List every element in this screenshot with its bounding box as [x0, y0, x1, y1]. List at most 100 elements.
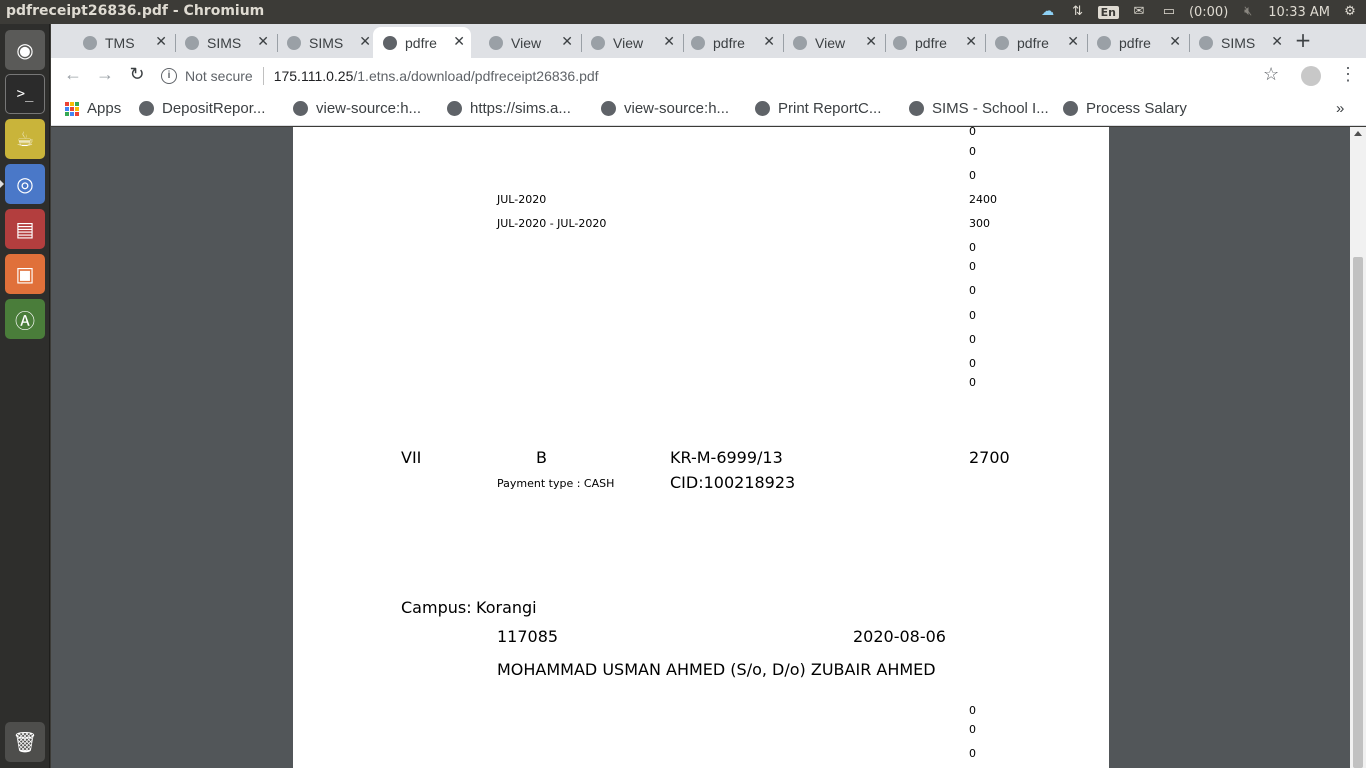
browser-tab[interactable]: View ✕ [479, 27, 579, 58]
browser-tab[interactable]: SIMS ✕ [175, 27, 275, 58]
menu-icon[interactable]: ⋮ [1339, 64, 1357, 85]
bookmark-item[interactable]: view-source:h... [293, 100, 421, 117]
mail-icon[interactable]: ✉ [1129, 3, 1149, 21]
bookmark-item[interactable]: view-source:h... [601, 100, 729, 117]
bookmark-item[interactable]: Process Salary [1063, 100, 1187, 117]
browser-tab[interactable]: TMS ✕ [73, 27, 173, 58]
close-tab-icon[interactable]: ✕ [1067, 33, 1079, 50]
software-updater-icon[interactable]: Ⓐ [5, 299, 45, 339]
browser-toolbar: ← → ↻ i Not secure 175.111.0.25/1.etns.a… [51, 58, 1366, 94]
trash-icon[interactable]: 🗑︎ [5, 722, 45, 762]
bookmark-item[interactable]: Print ReportC... [755, 100, 881, 117]
total-amount: 2700 [969, 448, 1010, 467]
url-path[interactable]: /1.etns.a/download/pdfreceipt26836.pdf [353, 68, 598, 84]
gear-icon[interactable]: ⚙ [1340, 3, 1360, 21]
document-viewer-icon[interactable]: ▣ [5, 254, 45, 294]
bookmark-label: view-source:h... [624, 100, 730, 117]
globe-icon [447, 101, 462, 116]
globe-icon [591, 35, 605, 50]
new-tab-button[interactable]: + [1291, 28, 1315, 52]
keyboard-layout-indicator[interactable]: En [1097, 5, 1119, 19]
globe-icon [489, 35, 503, 50]
close-tab-icon[interactable]: ✕ [965, 33, 977, 50]
close-tab-icon[interactable]: ✕ [663, 33, 675, 50]
forward-button[interactable]: → [93, 64, 117, 85]
fee-amount: 0 [969, 704, 976, 717]
clock[interactable]: 10:33 AM [1268, 5, 1330, 20]
scroll-up-arrow[interactable] [1354, 131, 1362, 136]
bookmarks-overflow-button[interactable]: » [1336, 100, 1344, 117]
close-tab-icon[interactable]: ✕ [865, 33, 877, 50]
section-value: B [536, 448, 547, 467]
gr-number: KR-M-6999/13 [670, 448, 783, 467]
bookmark-label: SIMS - School I... [932, 100, 1049, 117]
browser-tab[interactable]: View ✕ [783, 27, 883, 58]
fee-amount: 0 [969, 333, 976, 346]
info-icon[interactable]: i [161, 68, 177, 84]
volume-mute-icon[interactable]: 🔇︎ [1238, 3, 1258, 21]
bookmark-star-icon[interactable]: ☆ [1263, 64, 1279, 85]
back-button[interactable]: ← [61, 64, 85, 85]
browser-tab[interactable]: pdfre ✕ [373, 27, 471, 58]
student-name: MOHAMMAD USMAN AHMED (S/o, D/o) ZUBAIR A… [497, 660, 936, 679]
address-separator [262, 67, 264, 85]
browser-tab[interactable]: pdfre ✕ [985, 27, 1085, 58]
browser-tab[interactable]: SIMS ✕ [1189, 27, 1289, 58]
tab-title: pdfre [1017, 34, 1049, 51]
globe-icon [185, 35, 199, 50]
reload-button[interactable]: ↻ [125, 64, 149, 85]
fee-amount: 300 [969, 217, 990, 230]
close-tab-icon[interactable]: ✕ [453, 33, 465, 50]
bookmarks-bar: Apps DepositRepor... view-source:h... http… [51, 94, 1366, 126]
security-status[interactable]: Not secure [185, 68, 253, 84]
globe-icon [293, 101, 308, 116]
close-tab-icon[interactable]: ✕ [155, 33, 167, 50]
bookmark-item[interactable]: https://sims.a... [447, 100, 571, 117]
browser-tab[interactable]: View ✕ [581, 27, 681, 58]
terminal-icon[interactable]: >_ [5, 74, 45, 114]
browser-tab[interactable]: SIMS ✕ [277, 27, 377, 58]
tab-title: View [613, 34, 644, 51]
close-tab-icon[interactable]: ✕ [1271, 33, 1283, 50]
profile-avatar[interactable] [1301, 66, 1321, 86]
fee-amount: 0 [969, 125, 976, 138]
fee-amount: 0 [969, 241, 976, 254]
tab-title: View [511, 34, 542, 51]
bookmark-item[interactable]: DepositRepor... [139, 100, 265, 117]
url-host[interactable]: 175.111.0.25 [274, 68, 354, 84]
fee-amount: 0 [969, 169, 976, 182]
tab-title: pdfre [1119, 34, 1151, 51]
fee-amount: 0 [969, 376, 976, 389]
scrollbar-thumb[interactable] [1353, 257, 1363, 768]
close-tab-icon[interactable]: ✕ [561, 33, 573, 50]
close-tab-icon[interactable]: ✕ [1169, 33, 1181, 50]
apps-grid-icon [65, 101, 79, 116]
teapot-app-icon[interactable]: ☕︎ [5, 119, 45, 159]
browser-tab[interactable]: pdfre ✕ [883, 27, 983, 58]
chromium-icon[interactable]: ◎ [5, 164, 45, 204]
cid-value: CID:100218923 [670, 473, 796, 492]
file-cabinet-icon[interactable]: ▤ [5, 209, 45, 249]
vertical-scrollbar[interactable] [1350, 127, 1366, 768]
browser-tab[interactable]: pdfre ✕ [1087, 27, 1187, 58]
system-tray: ☁ ⇅ En ✉ ▭ (0:00) 🔇︎ 10:33 AM ⚙ [1038, 3, 1360, 21]
network-icon[interactable]: ⇅ [1068, 3, 1088, 21]
skype-icon[interactable]: ☁ [1038, 3, 1058, 21]
fee-amount: 0 [969, 145, 976, 158]
close-tab-icon[interactable]: ✕ [763, 33, 775, 50]
tab-title: View [815, 34, 846, 51]
battery-time[interactable]: (0:00) [1189, 5, 1228, 20]
campus-name: Korangi [476, 598, 537, 617]
close-tab-icon[interactable]: ✕ [257, 33, 269, 50]
globe-icon [893, 35, 907, 50]
bookmark-label: DepositRepor... [162, 100, 266, 117]
fee-amount: 0 [969, 747, 976, 760]
close-tab-icon[interactable]: ✕ [359, 33, 371, 50]
bookmark-item[interactable]: SIMS - School I... [909, 100, 1049, 117]
address-bar[interactable]: i Not secure 175.111.0.25/1.etns.a/downl… [161, 62, 1261, 90]
tab-title: TMS [105, 34, 135, 51]
battery-icon[interactable]: ▭ [1159, 3, 1179, 21]
ubuntu-dash-icon[interactable]: ◉ [5, 30, 45, 70]
browser-tab[interactable]: pdfre ✕ [681, 27, 781, 58]
apps-shortcut[interactable]: Apps [65, 100, 121, 117]
